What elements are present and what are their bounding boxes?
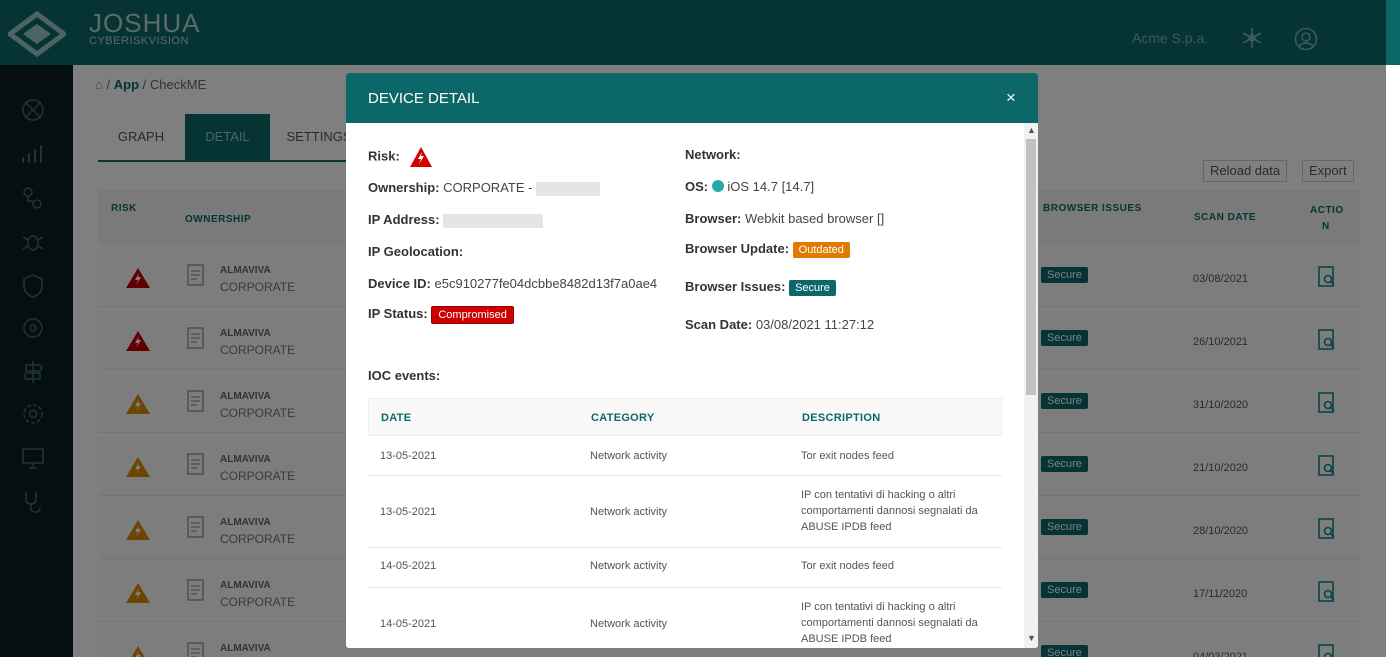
browser-update-badge: Outdated — [792, 242, 850, 258]
device-id-label: Device ID: — [368, 276, 431, 291]
ioc-date: 13-05-2021 — [380, 450, 437, 462]
ioc-events-heading: IOC events: — [368, 368, 440, 383]
browser-update-label: Browser Update: — [685, 241, 790, 256]
risk-field: Risk: — [368, 146, 433, 168]
ip-status-badge: Compromised — [431, 306, 514, 324]
browser-issues-label: Browser Issues: — [685, 279, 786, 294]
scan-date-field: Scan Date: 03/08/2021 11:27:12 — [685, 317, 874, 332]
close-icon[interactable]: × — [1006, 88, 1016, 108]
ioc-description: IP con tentativi di hacking o altri comp… — [801, 489, 978, 533]
scroll-down-icon[interactable]: ▼ — [1027, 633, 1036, 643]
ioc-description: IP con tentativi di hacking o altri comp… — [801, 601, 978, 645]
ioc-events-label: IOC events: — [368, 368, 441, 383]
ioc-table-header: DATE CATEGORY DESCRIPTION — [368, 398, 1002, 436]
redacted-block — [443, 213, 544, 228]
ioc-category: Network activity — [590, 618, 668, 630]
ownership-value: CORPORATE - — [443, 180, 533, 195]
ownership-label: Ownership: — [368, 180, 440, 195]
critical-risk-icon — [410, 147, 433, 167]
ip-address-field: IP Address: — [368, 212, 544, 228]
network-label: Network: — [685, 147, 741, 162]
browser-field: Browser: Webkit based browser [] — [685, 211, 884, 226]
device-detail-modal: DEVICE DETAIL × Risk: Ownership: CORPORA… — [346, 73, 1038, 648]
browser-label: Browser: — [685, 211, 742, 226]
scan-date-label: Scan Date: — [685, 317, 753, 332]
browser-update-field: Browser Update: Outdated — [685, 241, 850, 258]
ip-address-label: IP Address: — [368, 212, 440, 227]
ip-geolocation-field: IP Geolocation: — [368, 244, 463, 259]
os-value: iOS 14.7 [14.7] — [727, 179, 815, 194]
ioc-col-date: DATE — [381, 412, 412, 424]
ioc-category: Network activity — [590, 506, 668, 518]
ip-status-field: IP Status: Compromised — [368, 306, 514, 324]
modal-body: Risk: Ownership: CORPORATE - IP Address:… — [346, 123, 1024, 648]
ioc-col-category: CATEGORY — [591, 412, 655, 424]
os-label: OS: — [685, 179, 709, 194]
ioc-row: 14-05-2021 Network activity Tor exit nod… — [368, 548, 1002, 588]
ip-geolocation-label: IP Geolocation: — [368, 244, 464, 259]
scroll-up-icon[interactable]: ▲ — [1027, 125, 1036, 135]
ioc-row: 13-05-2021 Network activity Tor exit nod… — [368, 436, 1002, 476]
modal-header: DEVICE DETAIL × — [346, 73, 1038, 123]
browser-value: Webkit based browser [] — [744, 211, 885, 226]
device-id-field: Device ID: e5c910277fe04dcbbe8482d13f7a0… — [368, 276, 657, 291]
browser-issues-field: Browser Issues: Secure — [685, 279, 836, 296]
modal-title: DEVICE DETAIL — [368, 90, 480, 107]
modal-scrollbar[interactable]: ▲ ▼ — [1024, 123, 1038, 648]
browser-issues-badge: Secure — [789, 280, 836, 296]
ioc-category: Network activity — [590, 450, 668, 462]
ioc-col-description: DESCRIPTION — [802, 412, 881, 424]
scan-date-value: 03/08/2021 11:27:12 — [755, 317, 875, 332]
ioc-date: 14-05-2021 — [380, 560, 437, 572]
ioc-row: 13-05-2021 Network activity IP con tenta… — [368, 476, 1002, 548]
ioc-description: Tor exit nodes feed — [801, 450, 894, 462]
redacted-block — [536, 181, 601, 196]
ioc-category: Network activity — [590, 560, 668, 572]
ip-status-label: IP Status: — [368, 306, 428, 321]
risk-label: Risk: — [368, 148, 400, 164]
scrollbar-thumb[interactable] — [1026, 139, 1036, 395]
ownership-field: Ownership: CORPORATE - — [368, 180, 601, 196]
ioc-row: 14-05-2021 Network activity IP con tenta… — [368, 588, 1002, 648]
network-field: Network: — [685, 147, 741, 162]
apple-icon — [711, 180, 724, 192]
device-id-value: e5c910277fe04dcbbe8482d13f7a0ae4 — [434, 276, 658, 291]
ioc-date: 13-05-2021 — [380, 506, 437, 518]
os-field: OS: iOS 14.7 [14.7] — [685, 179, 814, 194]
ioc-description: Tor exit nodes feed — [801, 560, 894, 572]
ioc-date: 14-05-2021 — [380, 618, 437, 630]
